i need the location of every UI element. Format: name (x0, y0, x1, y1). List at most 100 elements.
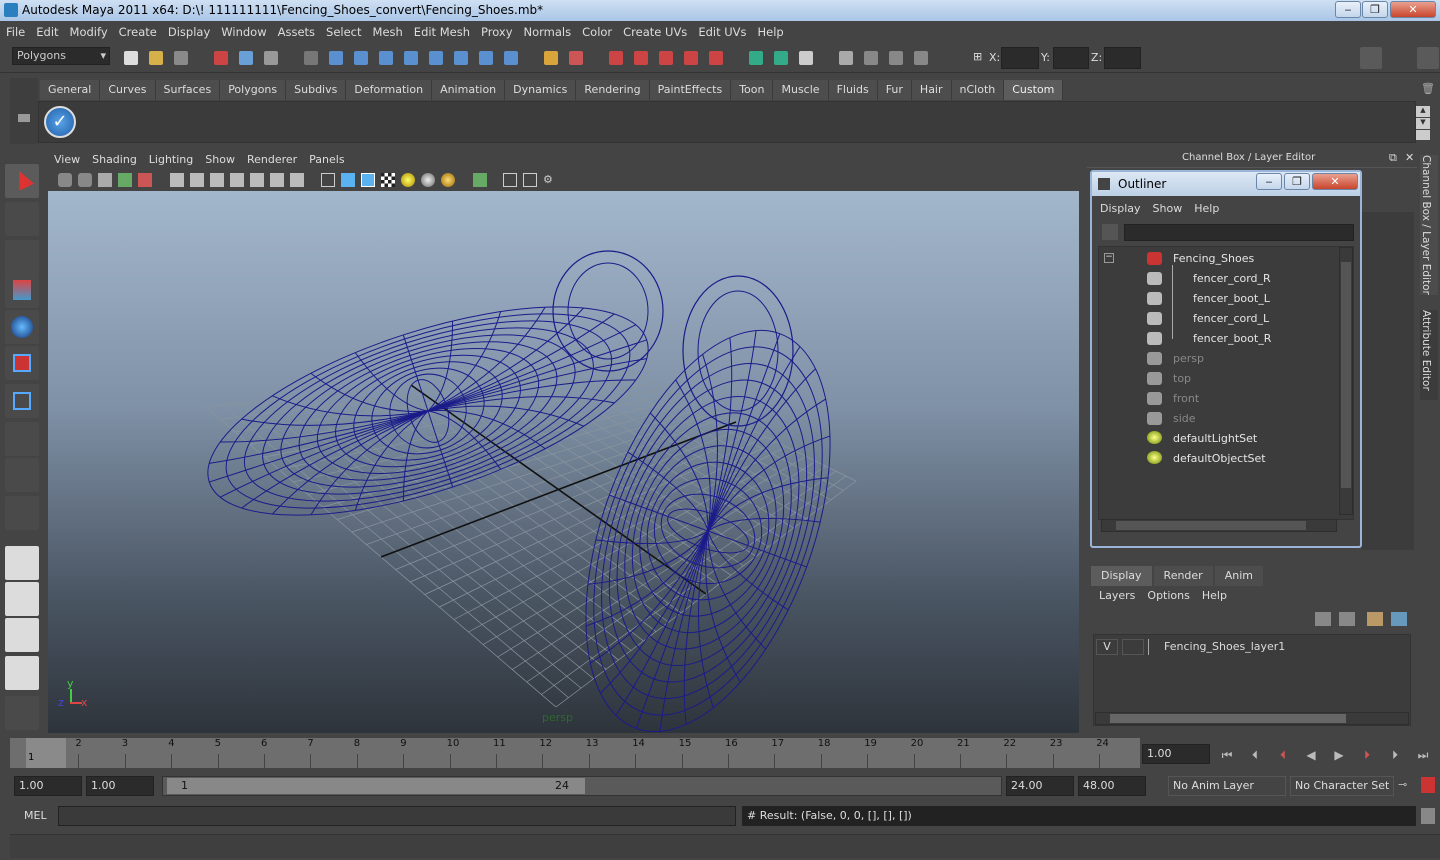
isolate-select-icon[interactable] (473, 173, 487, 187)
shelf-tab-dynamics[interactable]: Dynamics (505, 80, 577, 100)
shelf-handle[interactable] (10, 78, 38, 144)
wireframe-mode-icon[interactable] (321, 173, 335, 187)
menu-set-dropdown[interactable]: Polygons ▾ (12, 47, 110, 65)
menu-edit-uvs[interactable]: Edit UVs (692, 21, 751, 43)
mask-handle-icon[interactable] (325, 47, 347, 69)
mask-misc-icon[interactable] (500, 47, 522, 69)
current-time-field[interactable]: 1.00 (1142, 744, 1210, 764)
outliner-item-front[interactable]: front (1173, 392, 1199, 406)
outliner-item-fencing-shoes[interactable]: Fencing_Shoes (1173, 252, 1254, 266)
image-plane-icon[interactable] (118, 173, 132, 187)
menu-create-uvs[interactable]: Create UVs (617, 21, 692, 43)
range-slider[interactable]: 1 24 (162, 776, 1002, 796)
shelf-tab-fluids[interactable]: Fluids (828, 80, 878, 100)
menu-assets[interactable]: Assets (272, 21, 320, 43)
collapse-toggle[interactable]: − (1104, 253, 1114, 263)
vp-menu-panels[interactable]: Panels (303, 150, 350, 170)
close-button[interactable]: ✕ (1390, 1, 1436, 18)
shelf-options-icon[interactable] (18, 114, 30, 122)
snap-plane-icon[interactable] (680, 47, 702, 69)
graph-persp-layout-icon[interactable] (5, 656, 39, 690)
render-current-icon[interactable] (860, 47, 882, 69)
menu-modify[interactable]: Modify (64, 21, 113, 43)
menu-edit[interactable]: Edit (30, 21, 63, 43)
mask-deform-icon[interactable] (425, 47, 447, 69)
character-set-dropdown[interactable]: No Character Set (1290, 776, 1394, 796)
scale-tool-icon[interactable] (5, 346, 39, 380)
safe-title-icon[interactable] (290, 173, 304, 187)
outliner-vertical-scrollbar[interactable] (1339, 247, 1353, 515)
mask-surface-icon[interactable] (400, 47, 422, 69)
move-tool-icon[interactable] (5, 274, 39, 308)
outliner-item-fencer-boot-r[interactable]: fencer_boot_R (1193, 332, 1271, 346)
step-forward-icon[interactable]: ⏵ (1384, 746, 1406, 764)
snap-live-icon[interactable] (705, 47, 727, 69)
go-to-start-icon[interactable]: ⏮ (1216, 746, 1238, 764)
vp-menu-view[interactable]: View (48, 150, 86, 170)
step-forward-key-icon[interactable]: ⏵ (1356, 746, 1378, 764)
soft-mod-tool-icon[interactable] (5, 422, 39, 456)
menu-select[interactable]: Select (320, 21, 366, 43)
textured-icon[interactable] (381, 173, 395, 187)
camera-attributes-icon[interactable] (78, 173, 92, 187)
default-light-icon[interactable] (401, 173, 415, 187)
step-back-key-icon[interactable]: ⏴ (1272, 746, 1294, 764)
snap-point-icon[interactable] (655, 47, 677, 69)
snap-grid-icon[interactable] (605, 47, 627, 69)
xray-icon[interactable] (503, 173, 517, 187)
snap-curve-icon[interactable] (630, 47, 652, 69)
step-back-icon[interactable]: ⏴ (1244, 746, 1266, 764)
2d-pan-zoom-icon[interactable] (138, 173, 152, 187)
custom-shelf-check-icon[interactable]: ✓ (44, 106, 76, 138)
shadows-icon[interactable] (441, 173, 455, 187)
y-field[interactable] (1053, 47, 1089, 69)
shelf-tab-ncloth[interactable]: nCloth (951, 80, 1005, 100)
universal-manipulator-icon[interactable] (5, 384, 39, 418)
select-component-icon[interactable] (260, 47, 282, 69)
outliner-item-persp[interactable]: persp (1173, 352, 1204, 366)
single-pane-layout-icon[interactable] (5, 546, 39, 580)
xray-joints-icon[interactable] (523, 173, 537, 187)
layer-color-swatch[interactable] (1148, 639, 1162, 655)
vp-menu-show[interactable]: Show (199, 150, 241, 170)
attribute-editor-vertical-tab[interactable]: Attribute Editor (1420, 310, 1438, 400)
menu-file[interactable]: File (0, 21, 30, 43)
outliner-menu-display[interactable]: Display (1100, 202, 1141, 215)
camera-select-icon[interactable] (58, 173, 72, 187)
shelf-tab-deformation[interactable]: Deformation (346, 80, 433, 100)
render-view-icon[interactable] (835, 47, 857, 69)
lasso-tool-icon[interactable] (5, 202, 39, 236)
shelf-tab-muscle[interactable]: Muscle (773, 80, 829, 100)
construction-history-icon[interactable] (795, 47, 817, 69)
close-panel-icon[interactable]: ✕ (1405, 151, 1414, 164)
play-backwards-icon[interactable]: ◀ (1300, 746, 1322, 764)
shelf-tab-curves[interactable]: Curves (100, 80, 156, 100)
four-pane-layout-icon[interactable] (5, 582, 39, 616)
new-empty-layer-icon[interactable] (1367, 612, 1383, 626)
layer-menu-options[interactable]: Options (1147, 589, 1189, 602)
outliner-menu-show[interactable]: Show (1153, 202, 1183, 215)
trash-icon[interactable]: 🗑 (1421, 82, 1435, 95)
channel-box-vertical-tab[interactable]: Channel Box / Layer Editor (1420, 155, 1438, 295)
move-layer-down-icon[interactable] (1339, 612, 1355, 626)
outliner-item-fencer-cord-l[interactable]: fencer_cord_L (1193, 312, 1269, 326)
lock-icon[interactable] (540, 47, 562, 69)
transform-mode-icon[interactable]: ⊞ (973, 50, 982, 63)
menu-proxy[interactable]: Proxy (475, 21, 518, 43)
command-language-toggle[interactable]: MEL (14, 806, 58, 826)
render-settings-icon[interactable] (910, 47, 932, 69)
bookmarks-icon[interactable] (98, 173, 112, 187)
menu-window[interactable]: Window (215, 21, 271, 43)
new-scene-icon[interactable] (120, 47, 142, 69)
shelf-scroll[interactable]: ▲ ▼ (1416, 106, 1430, 140)
outliner-persp-layout-icon[interactable] (5, 618, 39, 652)
shelf-tab-subdivs[interactable]: Subdivs (286, 80, 347, 100)
outliner-item-side[interactable]: side (1173, 412, 1196, 426)
select-tool-icon[interactable] (5, 164, 39, 198)
shelf-tab-animation[interactable]: Animation (432, 80, 506, 100)
anim-layer-dropdown[interactable]: No Anim Layer (1168, 776, 1286, 796)
vp-menu-shading[interactable]: Shading (86, 150, 143, 170)
layer-display-type-toggle[interactable] (1122, 639, 1144, 655)
outliner-menu-help[interactable]: Help (1194, 202, 1219, 215)
tab-anim-layers[interactable]: Anim (1214, 566, 1263, 586)
